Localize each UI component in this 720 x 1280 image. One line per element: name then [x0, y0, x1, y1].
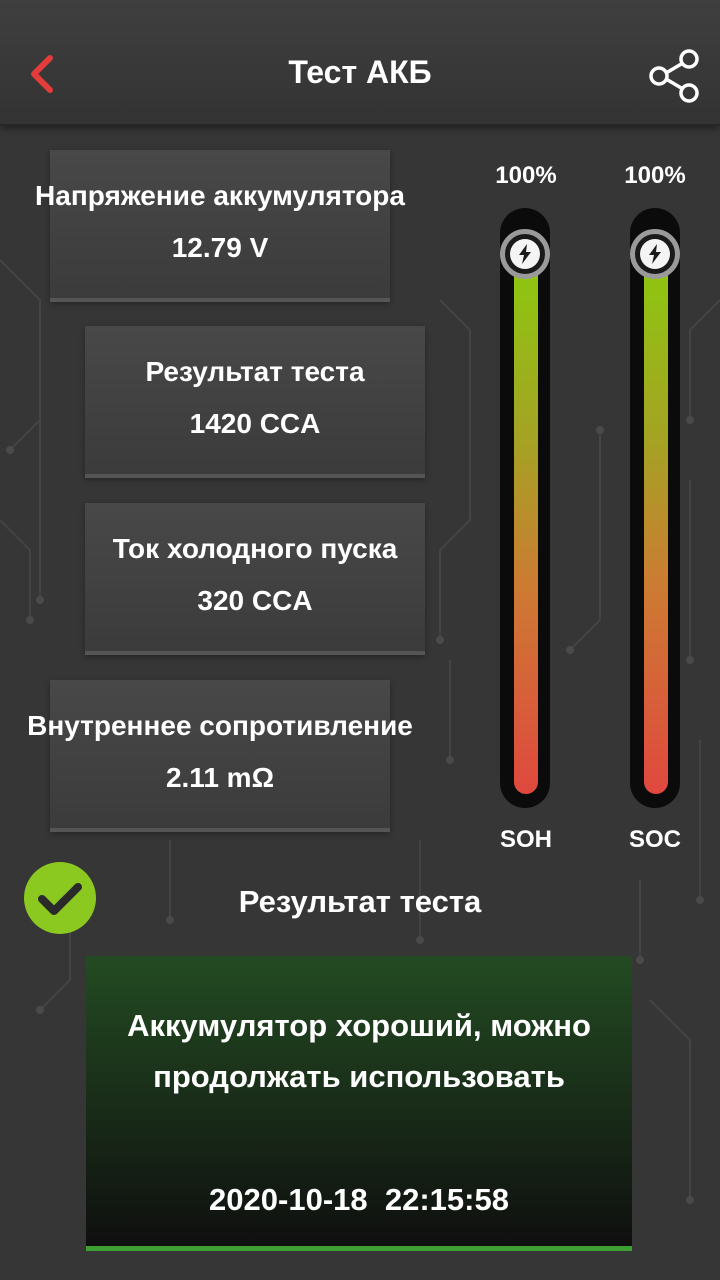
share-icon: [649, 49, 699, 103]
soc-gauge-knob: [630, 229, 680, 279]
card-label: Результат теста: [145, 356, 365, 387]
soc-gauge-fill: [644, 254, 668, 794]
card-label: Ток холодного пуска: [112, 533, 398, 564]
lightning-icon: [519, 244, 531, 264]
card-value: 12.79 V: [171, 232, 269, 263]
soh-label: SOH: [499, 826, 552, 853]
card-internal-resistance: Внутреннее сопротивление 2.11 mΩ: [27, 680, 413, 832]
soh-gauge-fill: [514, 254, 538, 794]
app-header: Тест АКБ: [0, 0, 720, 126]
soh-gauge-knob: [500, 229, 550, 279]
share-button[interactable]: [646, 48, 702, 104]
card-cold-cranking: Ток холодного пуска 320 CCA: [85, 503, 425, 655]
card-battery-voltage: Напряжение аккумулятора 12.79 V: [35, 150, 405, 302]
lightning-icon: [649, 244, 661, 264]
card-value: 1420 CCA: [189, 408, 321, 439]
soc-gauge: [630, 208, 680, 808]
card-label: Внутреннее сопротивление: [27, 710, 413, 741]
result-heading: Результат теста: [0, 884, 720, 920]
result-message: Аккумулятор хороший, можно продолжать ис…: [127, 1008, 591, 1094]
card-test-result: Результат теста 1420 CCA: [85, 326, 425, 478]
soh-percent: 100%: [495, 162, 557, 189]
result-timestamp: 2020-10-18 22:15:58: [209, 1182, 509, 1217]
card-label: Напряжение аккумулятора: [35, 180, 405, 211]
result-heading-text: Результат теста: [238, 884, 482, 919]
soh-gauge: [500, 208, 550, 808]
soc-label: SOC: [628, 826, 681, 853]
soc-percent: 100%: [624, 162, 686, 189]
result-panel: Аккумулятор хороший, можно продолжать ис…: [86, 956, 632, 1251]
card-value: 320 CCA: [197, 585, 313, 616]
card-value: 2.11 mΩ: [165, 762, 275, 793]
page-title: Тест АКБ: [288, 54, 432, 90]
